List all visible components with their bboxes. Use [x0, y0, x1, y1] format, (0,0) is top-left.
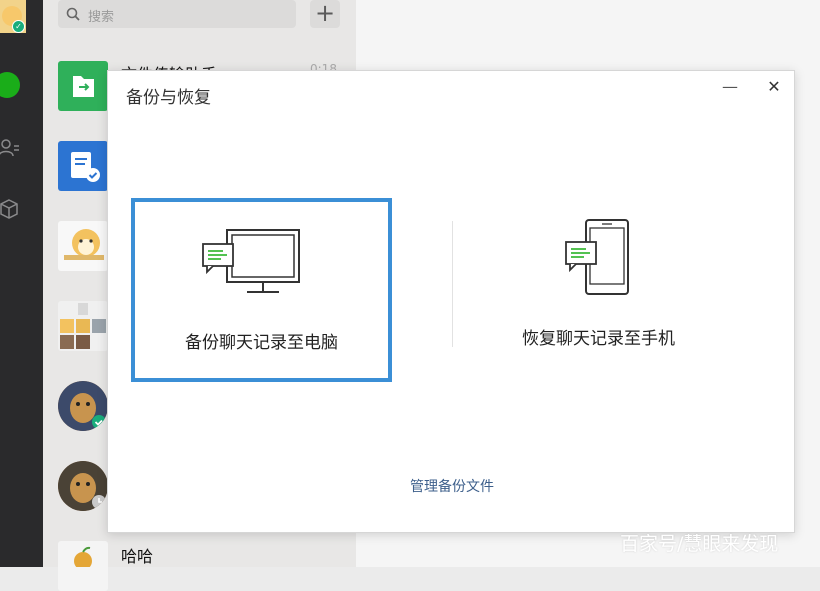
- search-input[interactable]: 搜索: [58, 0, 296, 28]
- verified-badge-icon: ✓: [12, 20, 25, 33]
- backup-to-pc-option[interactable]: 备份聊天记录至电脑: [131, 198, 392, 382]
- file-transfer-avatar[interactable]: [58, 61, 108, 111]
- chat-nav-icon[interactable]: [0, 72, 20, 98]
- folder-icon: [73, 76, 94, 97]
- dog-photo-icon: [58, 461, 108, 511]
- contacts-nav-icon[interactable]: [0, 137, 20, 159]
- search-placeholder: 搜索: [88, 10, 115, 25]
- dialog-title: 备份与恢复: [126, 88, 211, 108]
- nav-bar: ✓: [0, 0, 43, 567]
- user-avatar[interactable]: ✓: [0, 0, 26, 33]
- dog-sticker-avatar[interactable]: [58, 221, 108, 271]
- group-grid-icon: [60, 303, 106, 349]
- computer-monitor-icon: [202, 229, 300, 293]
- backup-to-pc-label: 备份聊天记录至电脑: [185, 333, 338, 353]
- restore-to-phone-option[interactable]: 恢复聊天记录至手机: [468, 198, 729, 382]
- apple-avatar[interactable]: [58, 541, 108, 591]
- chat-name[interactable]: 哈哈: [121, 543, 153, 567]
- backup-restore-dialog: 备份与恢复 — ✕ 备份聊天记录至电脑 恢复聊天记录至手机 管理备份文件: [107, 70, 795, 533]
- search-icon: [66, 7, 80, 21]
- dog-photo-avatar[interactable]: [58, 381, 108, 431]
- favorites-nav-icon[interactable]: [0, 198, 20, 220]
- options-divider: [452, 221, 453, 347]
- shiba-dog-icon: [64, 229, 104, 260]
- restore-to-phone-label: 恢复聊天记录至手机: [522, 329, 675, 349]
- watermark: 百家号/慧眼来发现: [620, 533, 779, 555]
- manage-backup-files-link[interactable]: 管理备份文件: [108, 476, 796, 496]
- minimize-icon[interactable]: —: [720, 77, 740, 97]
- add-button[interactable]: +: [310, 0, 340, 28]
- fruit-icon: [74, 546, 92, 570]
- mobile-phone-icon: [565, 219, 629, 295]
- close-icon[interactable]: ✕: [764, 77, 784, 97]
- document-check-icon: [71, 152, 100, 182]
- dog-photo-icon: [58, 381, 108, 431]
- group-avatar[interactable]: [58, 301, 108, 351]
- dog-photo-avatar-2[interactable]: [58, 461, 108, 511]
- service-avatar[interactable]: [58, 141, 108, 191]
